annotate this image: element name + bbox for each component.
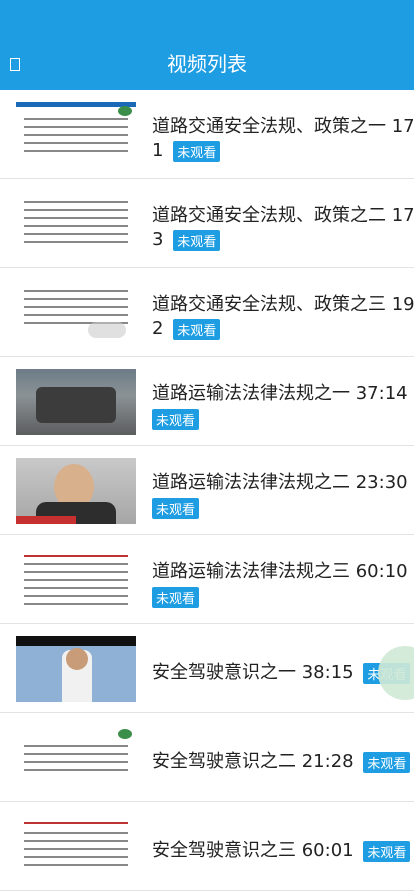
video-title: 道路运输法法律法规之二 23:30: [152, 472, 408, 493]
text-line: [24, 290, 128, 292]
text-line: [24, 225, 128, 227]
text-line: [24, 201, 128, 203]
text-line: [24, 126, 128, 128]
officer-face: [66, 648, 88, 670]
text-line: [24, 603, 128, 605]
video-thumbnail[interactable]: [16, 547, 136, 613]
text-line: [24, 241, 128, 243]
video-thumbnail[interactable]: [16, 280, 136, 346]
video-title: 安全驾驶意识之一 38:15 未观看: [152, 658, 411, 684]
video-title-overflow: 3: [152, 229, 164, 250]
text-line: [24, 571, 128, 573]
letterbox-bar: [16, 636, 136, 646]
video-title-continued: 1 未观看: [152, 140, 221, 162]
video-title: 道路交通安全法规、政策之三 19:3: [152, 294, 414, 315]
video-item[interactable]: 道路交通安全法规、政策之二 17:2 3 未观看: [0, 179, 414, 268]
video-title-text: 安全驾驶意识之一 38:15: [152, 662, 354, 683]
text-line: [24, 753, 128, 755]
badge-row: 未观看: [152, 498, 200, 519]
video-title-continued: 2 未观看: [152, 318, 221, 340]
video-title-overflow: 1: [152, 140, 164, 161]
video-title: 道路交通安全法规、政策之二 17:2: [152, 205, 414, 226]
text-line: [24, 306, 128, 308]
video-thumbnail[interactable]: [16, 636, 136, 702]
watermark-stamp: [88, 322, 126, 338]
text-line: [24, 761, 128, 763]
badge-row: 未观看: [152, 409, 200, 430]
text-line: [24, 595, 128, 597]
video-item[interactable]: 安全驾驶意识之二 21:28 未观看: [0, 713, 414, 802]
video-title: 安全驾驶意识之二 21:28 未观看: [152, 747, 411, 773]
watch-status-badge: 未观看: [173, 229, 221, 251]
video-title-continued: 3 未观看: [152, 229, 221, 251]
text-line: [24, 864, 128, 866]
video-thumbnail[interactable]: [16, 814, 136, 880]
text-line: [24, 118, 128, 120]
watch-status-badge: 未观看: [363, 840, 411, 862]
text-line: [24, 848, 128, 850]
video-thumbnail[interactable]: [16, 102, 136, 168]
caption-bar: [16, 516, 76, 524]
video-thumbnail[interactable]: [16, 191, 136, 257]
text-line: [24, 832, 128, 834]
text-line: [24, 314, 128, 316]
text-line: [24, 856, 128, 858]
text-line: [24, 209, 128, 211]
watch-status-badge: 未观看: [173, 318, 221, 340]
text-line: [24, 134, 128, 136]
badge-row: 未观看: [152, 587, 200, 608]
text-line: [24, 142, 128, 144]
video-title-text: 安全驾驶意识之二 21:28: [152, 751, 354, 772]
text-line: [24, 745, 128, 747]
text-line: [24, 579, 128, 581]
video-title: 道路运输法法律法规之一 37:14: [152, 383, 408, 404]
video-item[interactable]: 安全驾驶意识之三 60:01 未观看: [0, 802, 414, 891]
text-line: [24, 840, 128, 842]
video-title-text: 安全驾驶意识之三 60:01: [152, 840, 354, 861]
video-item[interactable]: 安全驾驶意识之一 38:15 未观看: [0, 624, 414, 713]
watch-status-badge: 未观看: [152, 498, 200, 519]
text-line: [24, 150, 128, 152]
video-list: 道路交通安全法规、政策之一 17:5 1 未观看 道路交通安全法规、政策之二 1…: [0, 90, 414, 891]
video-item[interactable]: 道路交通安全法规、政策之一 17:5 1 未观看: [0, 90, 414, 179]
text-line: [24, 233, 128, 235]
video-item[interactable]: 道路交通安全法规、政策之三 19:3 2 未观看: [0, 268, 414, 357]
watch-status-badge: 未观看: [363, 751, 411, 773]
watch-status-badge: 未观看: [152, 587, 200, 608]
thumbnail-header-bar: [16, 102, 136, 107]
text-line: [24, 769, 128, 771]
text-line: [24, 298, 128, 300]
video-title-overflow: 2: [152, 318, 164, 339]
text-line: [24, 822, 128, 824]
video-thumbnail[interactable]: [16, 369, 136, 435]
page-title: 视频列表: [167, 52, 247, 76]
video-title: 安全驾驶意识之三 60:01 未观看: [152, 836, 411, 862]
video-item[interactable]: 道路运输法法律法规之二 23:30 未观看: [0, 446, 414, 535]
video-item[interactable]: 道路运输法法律法规之三 60:10 未观看: [0, 535, 414, 624]
text-line: [24, 587, 128, 589]
text-line: [24, 563, 128, 565]
app-header: 视频列表: [0, 0, 414, 90]
watch-status-badge: 未观看: [152, 409, 200, 430]
vehicle-image: [36, 387, 116, 423]
text-line: [24, 555, 128, 557]
video-thumbnail[interactable]: [16, 725, 136, 791]
logo-icon: [118, 729, 132, 739]
video-item[interactable]: 道路运输法法律法规之一 37:14 未观看: [0, 357, 414, 446]
video-title: 道路运输法法律法规之三 60:10: [152, 561, 408, 582]
video-title: 道路交通安全法规、政策之一 17:5: [152, 116, 414, 137]
logo-icon: [118, 106, 132, 116]
watch-status-badge: 未观看: [173, 140, 221, 162]
text-line: [24, 217, 128, 219]
video-thumbnail[interactable]: [16, 458, 136, 524]
